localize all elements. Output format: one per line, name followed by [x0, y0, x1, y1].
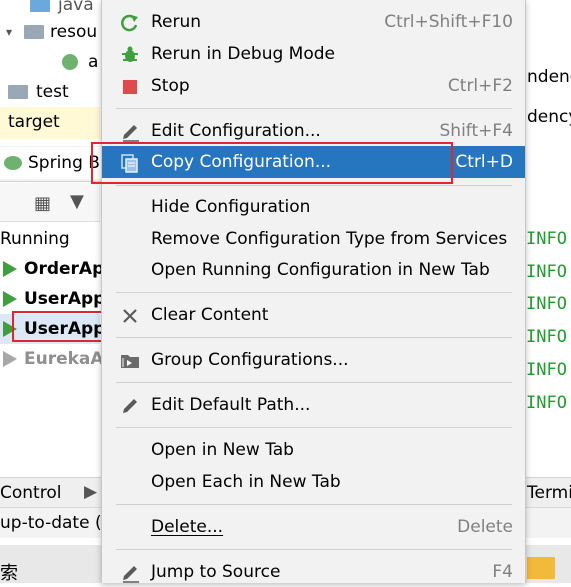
filter-icon[interactable]: ▼: [70, 191, 84, 212]
console-text: ndenc: [527, 67, 571, 87]
service-item[interactable]: EurekaA: [0, 344, 104, 374]
service-label: EurekaA: [24, 349, 104, 369]
menu-item-label: Hide Configuration: [151, 197, 311, 217]
context-menu: Rerun Ctrl+Shift+F10 Rerun in Debug Mode…: [101, 0, 526, 583]
log-level: INFO: [526, 360, 567, 380]
menu-item-rerun-debug[interactable]: Rerun in Debug Mode: [102, 39, 525, 69]
tree-item-test[interactable]: test: [8, 77, 69, 107]
menu-item-label: Clear Content: [151, 305, 269, 325]
services-tree: Running OrderAp UserApp UserApp EurekaA: [0, 222, 105, 478]
terminal-tab[interactable]: Termi: [527, 483, 571, 503]
menu-item-remove-configuration-type[interactable]: Remove Configuration Type from Services: [102, 224, 525, 254]
menu-separator: [116, 108, 512, 109]
folder-icon[interactable]: [527, 557, 555, 579]
highlight-box-userapp: [12, 311, 115, 342]
menu-separator: [116, 504, 512, 505]
group-folder-icon: [120, 351, 140, 371]
menu-item-label: Group Configurations...: [151, 350, 349, 370]
menu-separator: [116, 549, 512, 550]
tree-item-label: target: [8, 112, 60, 132]
console-text: dency: [527, 107, 571, 127]
menu-item-group-configurations[interactable]: Group Configurations...: [102, 345, 525, 375]
menu-item-shortcut: Ctrl+Shift+F10: [384, 12, 513, 32]
rerun-icon: [120, 13, 140, 33]
menu-item-label: Jump to Source: [151, 562, 281, 582]
running-icon: [3, 291, 17, 307]
menu-item-label: Rerun: [151, 12, 202, 32]
service-label: OrderAp: [24, 259, 105, 279]
service-label: UserApp: [24, 289, 106, 309]
tree-item-label: test: [36, 82, 69, 102]
pencil-icon: [120, 396, 140, 416]
menu-item-label: Remove Configuration Type from Services: [151, 229, 508, 249]
spring-boot-icon: [4, 156, 22, 170]
services-group-running[interactable]: Running: [0, 224, 70, 254]
menu-item-label: Edit Configuration...: [151, 121, 321, 141]
menu-item-label: Open Running Configuration in New Tab: [151, 260, 490, 280]
log-level: INFO: [526, 229, 567, 249]
menu-item-label: Edit Default Path...: [151, 395, 311, 415]
pencil-icon: [120, 122, 140, 142]
menu-item-open-in-new-tab[interactable]: Open in New Tab: [102, 435, 525, 465]
menu-item-clear-content[interactable]: Clear Content: [102, 300, 525, 330]
menu-item-label: Stop: [151, 76, 190, 96]
services-toolbar: ▦ ▼: [0, 183, 100, 222]
tree-item-label: java: [58, 0, 94, 15]
folder-icon: [24, 25, 45, 39]
menu-separator: [116, 185, 512, 186]
tree-item-label: resou: [50, 22, 98, 42]
pencil-icon: [120, 563, 140, 583]
control-tab[interactable]: Control: [0, 483, 61, 503]
menu-item-shortcut: Shift+F4: [439, 121, 513, 141]
menu-separator: [116, 337, 512, 338]
menu-item-shortcut: Ctrl+F2: [447, 76, 513, 96]
tree-item-label: a: [88, 52, 99, 72]
menu-item-open-each-in-new-tab[interactable]: Open Each in New Tab: [102, 467, 525, 497]
menu-item-label: Rerun in Debug Mode: [151, 44, 335, 64]
menu-separator: [116, 292, 512, 293]
close-icon: [120, 306, 140, 326]
group-by-icon[interactable]: ▦: [34, 193, 51, 214]
log-level: INFO: [526, 393, 567, 413]
folder-icon: [30, 0, 50, 12]
menu-item-label: Open Each in New Tab: [151, 472, 341, 492]
menu-item-shortcut: F4: [492, 562, 513, 582]
spring-file-icon: [62, 54, 78, 70]
group-label: Running: [0, 229, 70, 249]
tree-item-target[interactable]: target: [8, 107, 60, 137]
service-item[interactable]: OrderAp: [0, 254, 104, 284]
tab-label: Spring B: [28, 153, 100, 173]
menu-item-label: Open in New Tab: [151, 440, 294, 460]
status-text: up-to-date (: [0, 513, 102, 533]
running-icon: [3, 261, 17, 277]
folder-icon: [8, 85, 28, 99]
tree-item-file[interactable]: a: [62, 47, 98, 77]
stop-icon: [120, 77, 140, 97]
menu-item-open-running-configuration[interactable]: Open Running Configuration in New Tab: [102, 255, 525, 285]
menu-item-hide-configuration[interactable]: Hide Configuration: [102, 192, 525, 222]
menu-item-rerun[interactable]: Rerun Ctrl+Shift+F10: [102, 7, 525, 37]
log-level: INFO: [526, 327, 567, 347]
highlight-box-copy-configuration: [91, 142, 453, 184]
menu-item-shortcut: Delete: [457, 517, 513, 537]
search-text[interactable]: 索: [0, 559, 18, 585]
menu-item-stop[interactable]: Stop Ctrl+F2: [102, 71, 525, 101]
debug-bug-icon: [120, 45, 140, 65]
menu-separator: [116, 382, 512, 383]
play-icon[interactable]: ▶: [84, 482, 97, 502]
menu-item-shortcut: Ctrl+D: [455, 152, 513, 172]
log-level: INFO: [526, 262, 567, 282]
menu-item-label: Delete...: [151, 517, 224, 537]
log-level: INFO: [526, 294, 567, 314]
chevron-down-icon: ▾: [6, 25, 13, 39]
tree-item-resources[interactable]: ▾ resou: [6, 17, 97, 47]
stopped-icon: [3, 351, 17, 367]
menu-separator: [116, 427, 512, 428]
menu-item-delete[interactable]: Delete... Delete: [102, 512, 525, 542]
menu-item-edit-default-path[interactable]: Edit Default Path...: [102, 390, 525, 420]
service-item[interactable]: UserApp: [0, 284, 105, 314]
